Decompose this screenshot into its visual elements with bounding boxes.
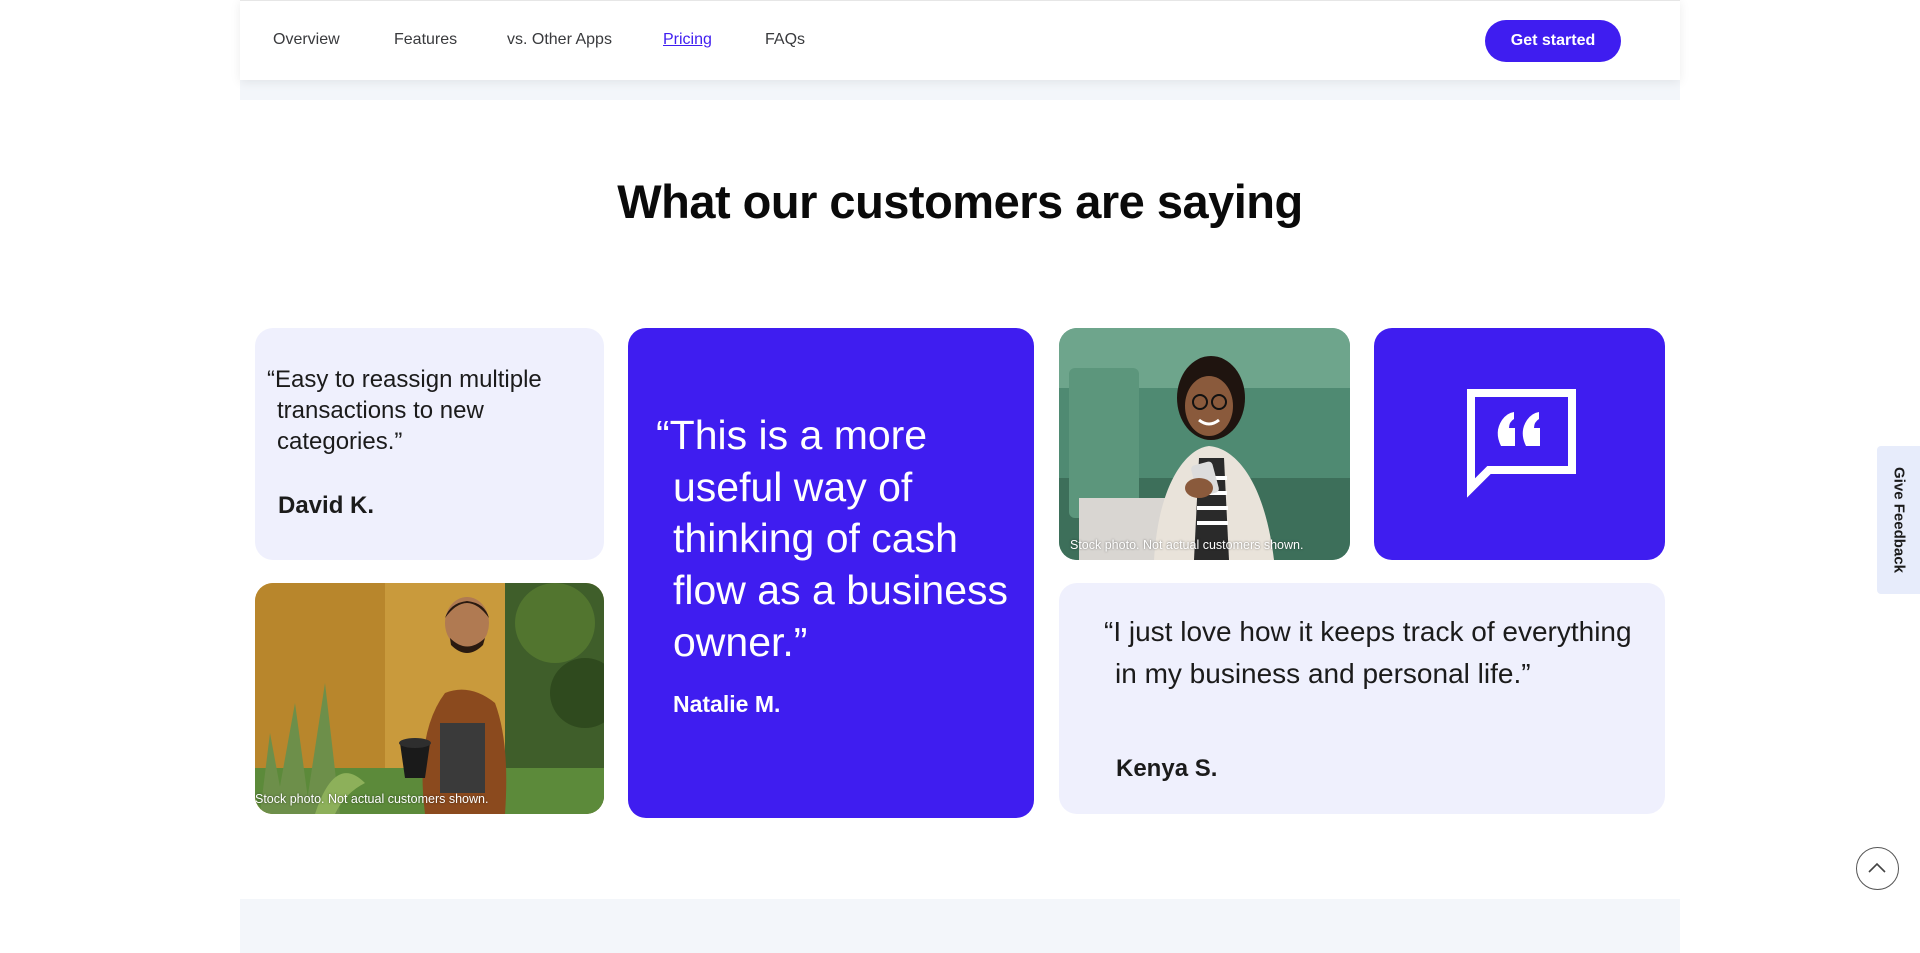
testimonial-card-kenya: “I just love how it keeps track of every… [1059,583,1665,814]
testimonial-card-natalie: “This is a more useful way of thinking o… [628,328,1034,818]
nav-link-faqs[interactable]: FAQs [765,31,805,49]
nav-link-features[interactable]: Features [394,31,457,49]
testimonial-author: David K. [278,492,375,519]
nav-link-overview[interactable]: Overview [273,31,340,49]
quote-badge-card [1374,328,1665,560]
sticky-nav-area: Overview Features vs. Other Apps Pricing… [240,0,1680,100]
man-gardening-photo-icon [255,583,604,814]
give-feedback-tab[interactable]: Give Feedback [1877,446,1920,594]
nav-bar: Overview Features vs. Other Apps Pricing… [240,0,1680,80]
testimonial-quote: “I just love how it keeps track of every… [1104,616,1632,689]
next-section-band [240,899,1680,953]
nav-link-vs-other-apps[interactable]: vs. Other Apps [507,31,612,49]
photo-caption: Stock photo. Not actual customers shown. [1070,538,1304,552]
testimonial-author: Kenya S. [1116,755,1218,782]
quote-bubble-icon [1467,389,1576,498]
chevron-up-icon [1868,862,1886,873]
section-heading: What our customers are saying [617,175,1303,228]
scroll-to-top-button[interactable] [1856,847,1899,890]
photo-caption: Stock photo. Not actual customers shown. [255,792,489,806]
get-started-button[interactable]: Get started [1485,20,1621,62]
customer-photo-man: Stock photo. Not actual customers shown. [255,583,604,814]
give-feedback-label: Give Feedback [1890,467,1907,573]
customer-photo-woman: Stock photo. Not actual customers shown. [1059,328,1350,560]
testimonial-author: Natalie M. [673,691,781,717]
testimonial-quote: “Easy to reassign multiple transactions … [267,366,542,456]
testimonial-quote: “This is a more useful way of thinking o… [656,412,1009,665]
woman-smartphone-photo-icon [1059,328,1350,560]
testimonial-card-david: “Easy to reassign multiple transactions … [255,328,604,560]
nav-link-pricing[interactable]: Pricing [663,31,712,49]
